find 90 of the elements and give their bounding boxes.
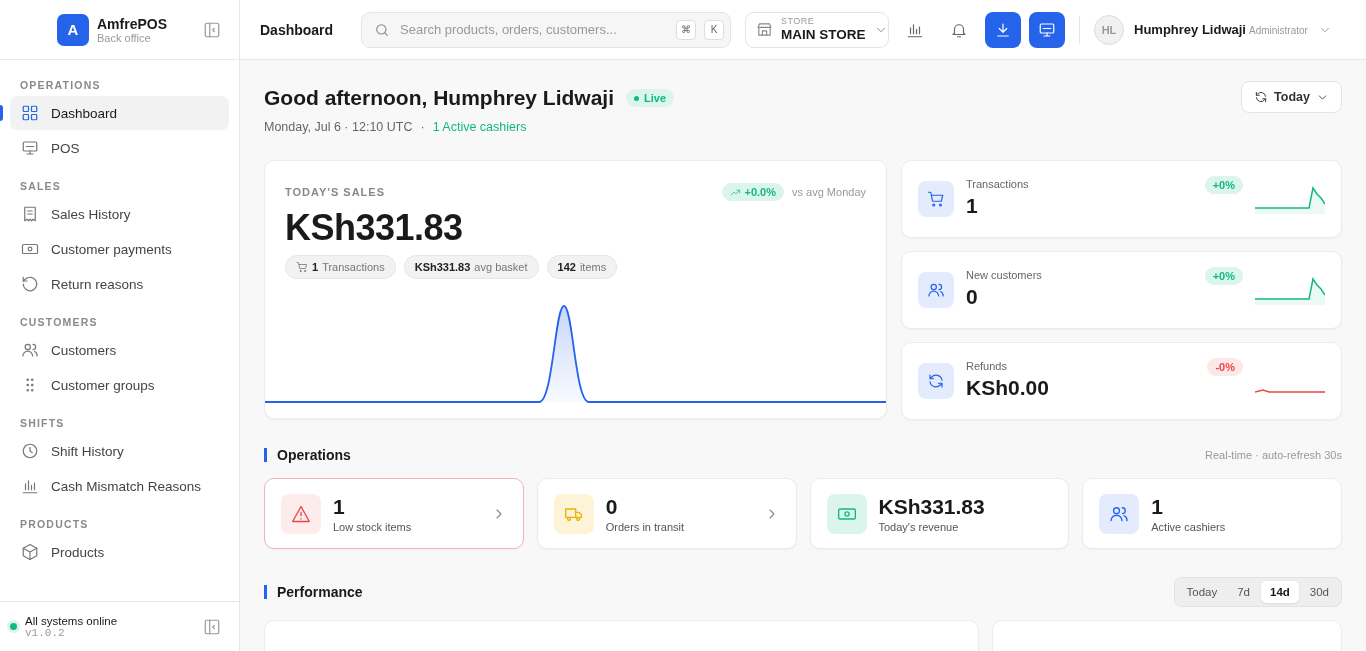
shortcut-key: K (704, 19, 724, 40)
sidebar-item[interactable]: Cash Mismatch Reasons (10, 469, 229, 503)
sidebar-collapse-icon[interactable] (203, 20, 221, 39)
undo-icon (21, 275, 39, 293)
operation-label: Orders in transit (605, 520, 685, 533)
operation-value: KSh331.83 (878, 494, 986, 519)
monitor-icon (1038, 20, 1056, 39)
sidebar-item[interactable]: Sales History (10, 197, 229, 231)
status-dot (10, 623, 17, 630)
range-tab[interactable]: 30d (1300, 581, 1338, 603)
store-icon (756, 21, 773, 38)
grid-icon (21, 104, 39, 122)
range-tab[interactable]: 14d (1261, 581, 1299, 603)
user-name: Humphrey Lidwaji (1134, 22, 1246, 37)
operation-value: 1 (1151, 494, 1164, 519)
nav-section-title: SALES (20, 180, 61, 192)
date-range-selector[interactable]: Today (1241, 81, 1342, 113)
sidebar-item[interactable]: Return reasons (10, 267, 229, 301)
range-tab[interactable]: Today (1177, 581, 1227, 603)
box-icon (21, 543, 39, 561)
version-label: v1.0.2 (25, 626, 65, 639)
monitor-icon (21, 139, 39, 157)
operation-value: 0 (605, 494, 619, 519)
brand-logo: A (57, 13, 89, 46)
sales-total: KSh331.83 (285, 207, 464, 249)
operation-label: Low stock items (333, 520, 413, 533)
sidebar-collapse-icon[interactable] (203, 617, 221, 636)
store-selector[interactable]: STORE MAIN STORE (745, 11, 889, 48)
sidebar-item[interactable]: Products (10, 535, 229, 569)
summary-chip: KSh331.83 avg basket (403, 255, 539, 279)
user-role: Administrator (1248, 25, 1308, 36)
search-field[interactable]: Search products, orders, customers... ⌘ K (361, 11, 731, 48)
sidebar-item[interactable]: Customer groups (10, 368, 229, 402)
refresh-icon (927, 372, 945, 390)
section-title: Performance (264, 585, 363, 599)
search-input[interactable]: Search products, orders, customers... (398, 21, 668, 38)
brand-subtitle: Back office (97, 31, 152, 44)
separator-dot: · (420, 120, 425, 134)
operation-value: 1 (333, 494, 346, 519)
nav-section-title: SHIFTS (20, 417, 65, 429)
stat-label: New customers (966, 269, 1043, 281)
nav-section-title: OPERATIONS (20, 79, 101, 91)
sidebar-item[interactable]: Customers (10, 333, 229, 367)
stat-label: Refunds (966, 360, 1008, 372)
sidebar-item[interactable]: Customer payments (10, 232, 229, 266)
range-tab[interactable]: 7d (1228, 581, 1259, 603)
operation-card[interactable]: 1 Low stock items (264, 478, 524, 549)
summary-chip: 1 Transactions (285, 255, 396, 279)
comparison-note: vs avg Monday (792, 186, 866, 198)
stat-value: KSh0.00 (966, 376, 1050, 400)
operation-label: Today's revenue (878, 520, 960, 533)
section-title: Operations (264, 448, 351, 462)
change-badge: +0% (1204, 176, 1243, 194)
operation-label: Active cashiers (1151, 520, 1227, 533)
greeting-heading: Good afternoon, Humphrey Lidwaji (264, 86, 614, 110)
people-icon (21, 341, 39, 359)
stat-label: Transactions (966, 178, 1030, 190)
operation-card[interactable]: 0 Orders in transit (536, 478, 797, 549)
user-avatar: HL (1094, 14, 1124, 45)
sales-label: TODAY'S SALES (285, 186, 385, 198)
date-time: Monday, Jul 6 · 12:10 UTC (264, 120, 413, 134)
refresh-icon (1254, 90, 1269, 104)
brand-name: AmfrePOS (97, 15, 169, 32)
change-badge: +0.0% (721, 183, 784, 201)
store-name: MAIN STORE (781, 28, 866, 42)
stat-value: 1 (966, 194, 979, 218)
people-icon (927, 281, 945, 299)
warning-icon (291, 503, 311, 524)
sidebar-item[interactable]: POS (10, 131, 229, 165)
live-badge: Live (626, 89, 675, 107)
system-status: All systems online (25, 614, 119, 627)
nav-section-title: PRODUCTS (20, 518, 89, 530)
pos-button[interactable] (1029, 11, 1065, 48)
cart-icon (927, 190, 945, 208)
bar-chart-icon (21, 477, 39, 495)
change-badge: -0% (1207, 358, 1243, 376)
cart-icon (296, 261, 308, 273)
page-title: Dashboard (260, 21, 335, 38)
change-badge: +0% (1204, 267, 1243, 285)
nav-section-title: CUSTOMERS (20, 316, 98, 328)
sidebar-item[interactable]: Shift History (10, 434, 229, 468)
shortcut-key: ⌘ (676, 19, 696, 40)
refresh-note: Real-time · auto-refresh 30s (1205, 449, 1342, 461)
search-icon (374, 21, 390, 38)
download-button[interactable] (985, 11, 1021, 48)
store-label: STORE (781, 17, 816, 27)
clock-icon (21, 442, 39, 460)
summary-chip: 142 items (546, 255, 618, 279)
receipt-icon (21, 205, 39, 223)
stat-value: 0 (966, 285, 979, 309)
